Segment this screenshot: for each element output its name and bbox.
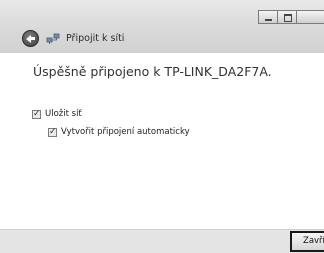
dialog-footer: Zavřít <box>0 229 324 253</box>
title-bar: Připojit k síti <box>0 0 324 53</box>
connect-to-network-dialog: Připojit k síti Úspěšně připojeno k TP-L… <box>0 0 324 253</box>
save-network-option[interactable]: ✓ Uložit síť <box>32 109 82 119</box>
auto-connect-checkbox[interactable]: ✓ <box>48 126 57 137</box>
network-icon <box>46 33 60 45</box>
save-network-label: Uložit síť <box>45 109 82 119</box>
window-title: Připojit k síti <box>66 33 125 44</box>
save-network-checkbox[interactable]: ✓ <box>32 108 41 119</box>
dialog-content: Úspěšně připojeno k TP-LINK_DA2F7A. ✓ Ul… <box>0 53 324 231</box>
status-heading: Úspěšně připojeno k TP-LINK_DA2F7A. <box>33 64 272 79</box>
auto-connect-label: Vytvořit připojení automaticky <box>61 127 190 137</box>
auto-connect-option[interactable]: ✓ Vytvořit připojení automaticky <box>48 127 190 137</box>
window-controls <box>258 10 324 24</box>
navigation-row: Připojit k síti <box>22 30 124 47</box>
back-arrow-icon[interactable] <box>22 30 39 47</box>
minimize-icon[interactable] <box>258 10 278 24</box>
close-button[interactable]: Zavřít <box>290 231 324 252</box>
checkmark-icon: ✓ <box>33 108 41 119</box>
checkmark-icon: ✓ <box>49 126 57 137</box>
close-icon[interactable] <box>296 10 324 24</box>
maximize-icon[interactable] <box>277 10 297 24</box>
